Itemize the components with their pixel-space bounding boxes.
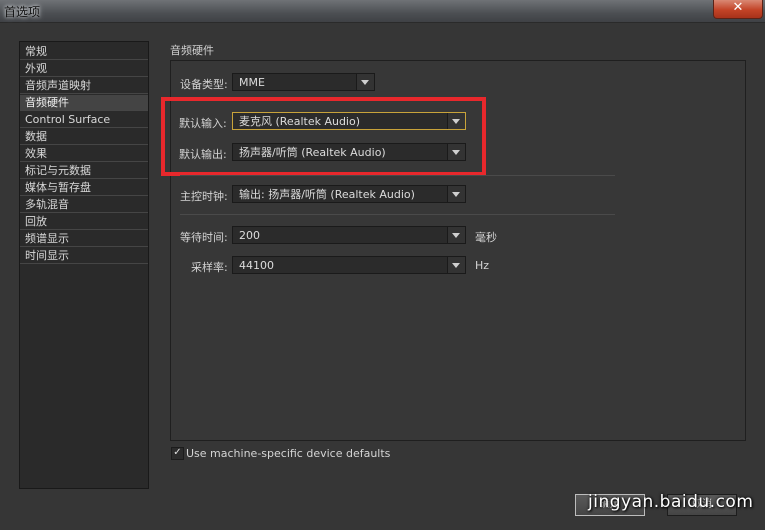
category-item-effects[interactable]: 效果: [20, 146, 148, 162]
section-title: 音频硬件: [170, 44, 214, 57]
title-bar: 首选项 ✕: [0, 0, 765, 23]
category-item-multitrack[interactable]: 多轨混音: [20, 197, 148, 213]
category-item-spectral-display[interactable]: 频谱显示: [20, 231, 148, 247]
latency-select[interactable]: 200: [232, 226, 466, 244]
chevron-down-icon: [447, 257, 465, 273]
category-item-markers-metadata[interactable]: 标记与元数据: [20, 163, 148, 179]
sample-rate-unit: Hz: [475, 259, 490, 272]
latency-unit: 毫秒: [475, 231, 497, 244]
close-icon: ✕: [732, 0, 744, 15]
chevron-down-icon: [356, 74, 374, 90]
master-clock-label: 主控时钟:: [180, 190, 228, 203]
category-item-time-display[interactable]: 时间显示: [20, 248, 148, 264]
close-button[interactable]: ✕: [713, 0, 763, 19]
sample-rate-value: 44100: [239, 259, 274, 272]
latency-value: 200: [239, 229, 260, 242]
category-list[interactable]: 常规 外观 音频声道映射 音频硬件 Control Surface 数据 效果 …: [19, 41, 149, 489]
use-defaults-checkbox[interactable]: ✓: [171, 447, 184, 460]
checkmark-icon: ✓: [173, 447, 182, 458]
latency-label: 等待时间:: [180, 231, 228, 244]
use-defaults-label: Use machine-specific device defaults: [186, 447, 391, 460]
device-type-value: MME: [239, 76, 265, 89]
highlight-box: [161, 97, 486, 176]
sample-rate-select[interactable]: 44100: [232, 256, 466, 274]
category-item-general[interactable]: 常规: [20, 44, 148, 60]
category-item-control-surface[interactable]: Control Surface: [20, 112, 148, 128]
master-clock-select[interactable]: 输出: 扬声器/听筒 (Realtek Audio): [232, 185, 466, 203]
divider: [180, 214, 615, 215]
device-type-select[interactable]: MME: [232, 73, 375, 91]
category-item-data[interactable]: 数据: [20, 129, 148, 145]
watermark: jingyan.baidu.com: [588, 492, 754, 512]
sample-rate-label: 采样率:: [191, 261, 228, 274]
category-item-playback[interactable]: 回放: [20, 214, 148, 230]
chevron-down-icon: [447, 227, 465, 243]
device-type-label: 设备类型:: [180, 78, 228, 91]
divider: [180, 175, 615, 176]
window-title: 首选项: [4, 5, 41, 19]
category-item-appearance[interactable]: 外观: [20, 61, 148, 77]
category-item-channel-mapping[interactable]: 音频声道映射: [20, 78, 148, 94]
category-item-media-cache[interactable]: 媒体与暂存盘: [20, 180, 148, 196]
chevron-down-icon: [447, 186, 465, 202]
category-item-audio-hardware[interactable]: 音频硬件: [20, 95, 148, 111]
master-clock-value: 输出: 扬声器/听筒 (Realtek Audio): [239, 188, 415, 201]
